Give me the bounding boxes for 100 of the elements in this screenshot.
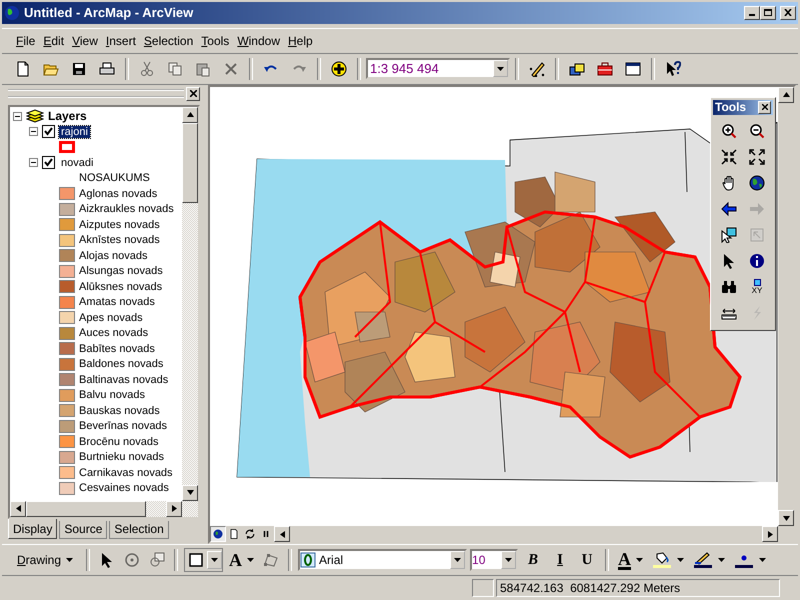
binoculars-icon (721, 278, 737, 295)
rotate-icon (124, 552, 140, 568)
close-button[interactable] (186, 86, 200, 101)
scroll-thumb[interactable] (26, 500, 146, 517)
legend-label: Alojas novads (79, 250, 148, 262)
panel-tab[interactable]: Source (59, 520, 108, 539)
panel-tab[interactable]: Selection (109, 520, 169, 539)
legend-label: Alūksnes novads (79, 280, 162, 293)
zoom-out-icon (749, 122, 765, 139)
legend-label: Beverīnas novads (79, 420, 168, 432)
menu-item[interactable]: File (12, 32, 40, 50)
caret-icon (505, 558, 512, 562)
data-view-button[interactable] (210, 526, 226, 542)
graphic-frame-icon (749, 226, 765, 243)
scroll-up-button[interactable] (778, 86, 794, 103)
collapse-toggle[interactable] (13, 112, 22, 121)
menu-item[interactable]: Tools (197, 32, 234, 50)
scroll-left-button[interactable] (10, 500, 26, 517)
close-icon (762, 104, 768, 110)
legend-label: Amatas novads (79, 296, 155, 308)
menu-item[interactable]: Help (284, 32, 317, 50)
scroll-down-button[interactable] (182, 484, 198, 501)
legend-label: Brocēnu novads (79, 436, 158, 448)
horizontal-scrollbar[interactable] (274, 526, 778, 542)
new-page-icon (15, 60, 31, 77)
legend-label: Aglonas novads (79, 188, 158, 200)
inward-arrows-icon (721, 148, 737, 165)
scissors-icon (139, 60, 155, 77)
caret-icon (677, 558, 684, 562)
globe-icon (749, 174, 765, 191)
refresh-icon (244, 528, 256, 540)
legend-label: Babītes novads (79, 342, 155, 355)
collapse-toggle[interactable] (29, 127, 38, 136)
vertical-scrollbar[interactable] (778, 86, 794, 526)
legend-label: Cesvaines novads (79, 482, 169, 494)
caret-icon (497, 66, 504, 71)
legend-label: Carnikavas novads (79, 466, 173, 479)
paint-bucket-icon (652, 551, 672, 570)
layer-checkbox[interactable] (42, 156, 55, 170)
scale-field[interactable]: 1:3 945 494 (366, 58, 510, 80)
caret-icon (759, 558, 766, 562)
zoom-in-icon (721, 122, 737, 139)
scroll-up-button[interactable] (182, 106, 198, 123)
menu-item[interactable]: Window (233, 32, 284, 50)
x-mark-icon (223, 60, 239, 77)
layer-name[interactable]: novadi (59, 156, 96, 169)
close-icon (784, 9, 792, 16)
caret-icon (454, 558, 462, 562)
arrow-icon (186, 111, 194, 118)
scroll-right-button[interactable] (166, 500, 182, 517)
legend-label: Aizkraukles novads (79, 203, 174, 216)
scroll-right-button[interactable] (762, 526, 778, 542)
layer-name[interactable]: rajoni (59, 126, 90, 138)
menu-item[interactable]: Edit (39, 32, 68, 50)
menu-item[interactable]: View (68, 32, 102, 50)
globe-icon (212, 528, 224, 540)
scroll-down-button[interactable] (778, 510, 794, 526)
panel-tab[interactable]: Display (8, 518, 58, 539)
arrow-icon (782, 91, 790, 98)
menu-item[interactable]: Insert (102, 32, 140, 50)
legend-label: Baltinavas novads (79, 374, 168, 386)
data-frame-name[interactable]: Layers (48, 109, 87, 124)
clipboard-icon (195, 60, 211, 77)
collapse-toggle[interactable] (29, 158, 38, 168)
horizontal-scrollbar[interactable] (10, 500, 198, 517)
menu-item[interactable]: Selection (140, 32, 198, 50)
caret-icon (718, 558, 726, 562)
legend-label: Aizputes novads (79, 218, 160, 231)
scroll-left-button[interactable] (274, 526, 290, 542)
window-icon (625, 60, 641, 77)
toolbox-icon (569, 60, 585, 77)
arrow-icon (278, 530, 286, 538)
font-size-field[interactable]: 10 (470, 549, 518, 572)
outward-arrows-icon (749, 148, 765, 165)
font-field[interactable]: Arial (298, 549, 468, 572)
legend-label: Auces novads (79, 327, 148, 340)
legend-label: Apes novads (79, 312, 143, 324)
close-button[interactable] (780, 6, 796, 20)
legend-label: Balvu novads (79, 389, 146, 402)
legend-label: Alsungas novads (79, 265, 163, 278)
select-pointer-icon (721, 226, 737, 243)
printer-icon (99, 60, 115, 77)
maximize-icon (764, 9, 772, 16)
palette-title: Tools (715, 100, 746, 114)
rectangle-tool-button[interactable] (184, 548, 224, 572)
layer-checkbox[interactable] (42, 125, 55, 138)
font-type-icon (300, 552, 316, 568)
layers-stack-icon (26, 109, 44, 124)
arrow-icon (186, 489, 194, 496)
left-arrow-icon (721, 200, 737, 217)
close-button[interactable] (758, 100, 771, 114)
vertical-scrollbar[interactable] (182, 106, 198, 501)
scroll-thumb[interactable] (182, 122, 198, 203)
pencil-icon (529, 60, 545, 77)
maximize-button[interactable] (760, 6, 776, 20)
status-panel (472, 579, 494, 598)
minimize-button[interactable] (744, 6, 760, 20)
drag-handle[interactable] (8, 89, 184, 98)
copy-icon (167, 60, 183, 77)
arrow-icon (14, 505, 22, 512)
